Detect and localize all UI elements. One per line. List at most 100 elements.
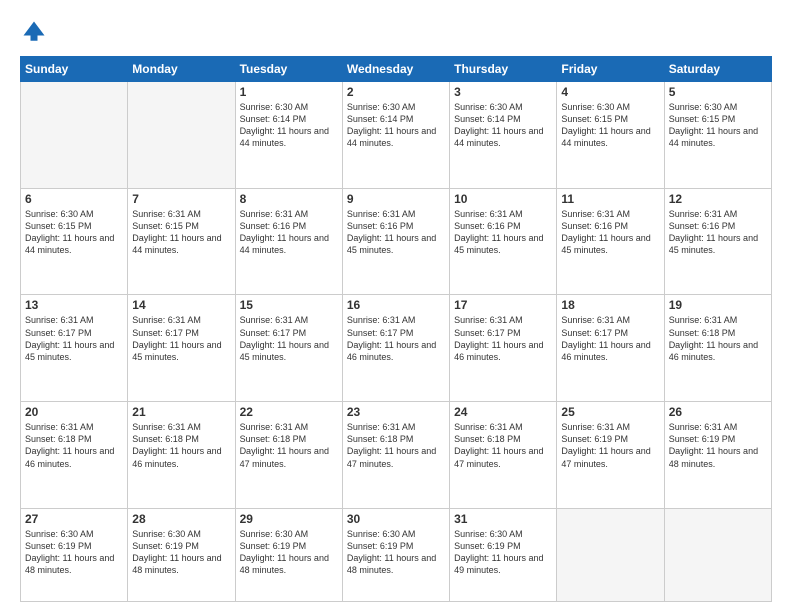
day-info: Sunrise: 6:31 AM Sunset: 6:19 PM Dayligh… xyxy=(561,421,659,470)
day-number: 8 xyxy=(240,192,338,206)
header xyxy=(20,18,772,46)
calendar-cell: 12 Sunrise: 6:31 AM Sunset: 6:16 PM Dayli… xyxy=(664,188,771,295)
day-number: 1 xyxy=(240,85,338,99)
calendar-cell: 17 Sunrise: 6:31 AM Sunset: 6:17 PM Dayli… xyxy=(450,295,557,402)
day-number: 2 xyxy=(347,85,445,99)
calendar-header-wednesday: Wednesday xyxy=(342,57,449,82)
day-number: 5 xyxy=(669,85,767,99)
day-info: Sunrise: 6:30 AM Sunset: 6:19 PM Dayligh… xyxy=(25,528,123,577)
day-info: Sunrise: 6:30 AM Sunset: 6:15 PM Dayligh… xyxy=(561,101,659,150)
day-info: Sunrise: 6:31 AM Sunset: 6:15 PM Dayligh… xyxy=(132,208,230,257)
calendar-cell: 15 Sunrise: 6:31 AM Sunset: 6:17 PM Dayli… xyxy=(235,295,342,402)
day-number: 13 xyxy=(25,298,123,312)
day-number: 7 xyxy=(132,192,230,206)
calendar-header-saturday: Saturday xyxy=(664,57,771,82)
day-info: Sunrise: 6:30 AM Sunset: 6:15 PM Dayligh… xyxy=(669,101,767,150)
day-info: Sunrise: 6:31 AM Sunset: 6:16 PM Dayligh… xyxy=(669,208,767,257)
calendar-header-friday: Friday xyxy=(557,57,664,82)
day-number: 6 xyxy=(25,192,123,206)
calendar-cell xyxy=(128,82,235,189)
calendar-cell: 19 Sunrise: 6:31 AM Sunset: 6:18 PM Dayli… xyxy=(664,295,771,402)
day-info: Sunrise: 6:30 AM Sunset: 6:19 PM Dayligh… xyxy=(454,528,552,577)
day-number: 17 xyxy=(454,298,552,312)
calendar-cell: 25 Sunrise: 6:31 AM Sunset: 6:19 PM Dayli… xyxy=(557,402,664,509)
calendar-cell: 29 Sunrise: 6:30 AM Sunset: 6:19 PM Dayli… xyxy=(235,508,342,601)
calendar-cell: 5 Sunrise: 6:30 AM Sunset: 6:15 PM Daylig… xyxy=(664,82,771,189)
day-number: 23 xyxy=(347,405,445,419)
day-number: 31 xyxy=(454,512,552,526)
day-number: 18 xyxy=(561,298,659,312)
day-info: Sunrise: 6:31 AM Sunset: 6:18 PM Dayligh… xyxy=(132,421,230,470)
calendar-cell: 30Sunrise: 6:30 AM Sunset: 6:19 PM Dayli… xyxy=(342,508,449,601)
calendar-cell: 22Sunrise: 6:31 AM Sunset: 6:18 PM Dayli… xyxy=(235,402,342,509)
calendar-cell: 4 Sunrise: 6:30 AM Sunset: 6:15 PM Daylig… xyxy=(557,82,664,189)
day-info: Sunrise: 6:31 AM Sunset: 6:16 PM Dayligh… xyxy=(561,208,659,257)
day-number: 24 xyxy=(454,405,552,419)
calendar-table: SundayMondayTuesdayWednesdayThursdayFrid… xyxy=(20,56,772,602)
day-info: Sunrise: 6:31 AM Sunset: 6:17 PM Dayligh… xyxy=(25,314,123,363)
calendar-cell: 31 Sunrise: 6:30 AM Sunset: 6:19 PM Dayli… xyxy=(450,508,557,601)
day-info: Sunrise: 6:30 AM Sunset: 6:14 PM Dayligh… xyxy=(347,101,445,150)
calendar-cell: 20 Sunrise: 6:31 AM Sunset: 6:18 PM Dayli… xyxy=(21,402,128,509)
day-info: Sunrise: 6:31 AM Sunset: 6:16 PM Dayligh… xyxy=(347,208,445,257)
calendar-week-row: 6 Sunrise: 6:30 AM Sunset: 6:15 PM Daylig… xyxy=(21,188,772,295)
calendar-cell xyxy=(21,82,128,189)
day-number: 21 xyxy=(132,405,230,419)
calendar-cell: 13 Sunrise: 6:31 AM Sunset: 6:17 PM Dayli… xyxy=(21,295,128,402)
calendar-cell: 11 Sunrise: 6:31 AM Sunset: 6:16 PM Dayli… xyxy=(557,188,664,295)
day-number: 11 xyxy=(561,192,659,206)
calendar-cell: 1Sunrise: 6:30 AM Sunset: 6:14 PM Daylig… xyxy=(235,82,342,189)
calendar-week-row: 1 Sunrise: 6:30 AM Sunset: 6:14 PM Daylig… xyxy=(21,82,772,189)
calendar-cell: 16Sunrise: 6:31 AM Sunset: 6:17 PM Dayli… xyxy=(342,295,449,402)
calendar-header-monday: Monday xyxy=(128,57,235,82)
day-number: 25 xyxy=(561,405,659,419)
calendar-cell: 14 Sunrise: 6:31 AM Sunset: 6:17 PM Dayli… xyxy=(128,295,235,402)
calendar-week-row: 20 Sunrise: 6:31 AM Sunset: 6:18 PM Dayli… xyxy=(21,402,772,509)
calendar-cell xyxy=(557,508,664,601)
calendar-header-sunday: Sunday xyxy=(21,57,128,82)
logo xyxy=(20,18,52,46)
calendar-cell: 26 Sunrise: 6:31 AM Sunset: 6:19 PM Dayli… xyxy=(664,402,771,509)
calendar-cell: 23Sunrise: 6:31 AM Sunset: 6:18 PM Dayli… xyxy=(342,402,449,509)
day-info: Sunrise: 6:31 AM Sunset: 6:18 PM Dayligh… xyxy=(240,421,338,470)
day-info: Sunrise: 6:31 AM Sunset: 6:18 PM Dayligh… xyxy=(25,421,123,470)
day-info: Sunrise: 6:31 AM Sunset: 6:17 PM Dayligh… xyxy=(561,314,659,363)
calendar-cell: 6 Sunrise: 6:30 AM Sunset: 6:15 PM Daylig… xyxy=(21,188,128,295)
day-info: Sunrise: 6:31 AM Sunset: 6:18 PM Dayligh… xyxy=(669,314,767,363)
calendar-cell xyxy=(664,508,771,601)
day-info: Sunrise: 6:30 AM Sunset: 6:19 PM Dayligh… xyxy=(240,528,338,577)
day-number: 15 xyxy=(240,298,338,312)
day-number: 20 xyxy=(25,405,123,419)
day-number: 27 xyxy=(25,512,123,526)
day-info: Sunrise: 6:31 AM Sunset: 6:19 PM Dayligh… xyxy=(669,421,767,470)
day-number: 3 xyxy=(454,85,552,99)
calendar-cell: 2 Sunrise: 6:30 AM Sunset: 6:14 PM Daylig… xyxy=(342,82,449,189)
calendar-cell: 3 Sunrise: 6:30 AM Sunset: 6:14 PM Daylig… xyxy=(450,82,557,189)
day-number: 4 xyxy=(561,85,659,99)
calendar-cell: 18 Sunrise: 6:31 AM Sunset: 6:17 PM Dayli… xyxy=(557,295,664,402)
day-info: Sunrise: 6:31 AM Sunset: 6:17 PM Dayligh… xyxy=(240,314,338,363)
calendar-cell: 21 Sunrise: 6:31 AM Sunset: 6:18 PM Dayli… xyxy=(128,402,235,509)
day-number: 9 xyxy=(347,192,445,206)
day-info: Sunrise: 6:31 AM Sunset: 6:17 PM Dayligh… xyxy=(132,314,230,363)
day-info: Sunrise: 6:30 AM Sunset: 6:14 PM Dayligh… xyxy=(454,101,552,150)
day-number: 12 xyxy=(669,192,767,206)
day-number: 28 xyxy=(132,512,230,526)
day-number: 10 xyxy=(454,192,552,206)
day-info: Sunrise: 6:30 AM Sunset: 6:15 PM Dayligh… xyxy=(25,208,123,257)
day-info: Sunrise: 6:31 AM Sunset: 6:17 PM Dayligh… xyxy=(347,314,445,363)
calendar-cell: 9 Sunrise: 6:31 AM Sunset: 6:16 PM Daylig… xyxy=(342,188,449,295)
day-info: Sunrise: 6:31 AM Sunset: 6:17 PM Dayligh… xyxy=(454,314,552,363)
calendar-header-thursday: Thursday xyxy=(450,57,557,82)
day-number: 19 xyxy=(669,298,767,312)
day-info: Sunrise: 6:30 AM Sunset: 6:19 PM Dayligh… xyxy=(132,528,230,577)
calendar-header-tuesday: Tuesday xyxy=(235,57,342,82)
day-number: 26 xyxy=(669,405,767,419)
day-number: 29 xyxy=(240,512,338,526)
calendar-cell: 10Sunrise: 6:31 AM Sunset: 6:16 PM Dayli… xyxy=(450,188,557,295)
calendar-week-row: 13 Sunrise: 6:31 AM Sunset: 6:17 PM Dayli… xyxy=(21,295,772,402)
logo-icon xyxy=(20,18,48,46)
calendar-header-row: SundayMondayTuesdayWednesdayThursdayFrid… xyxy=(21,57,772,82)
calendar-cell: 27 Sunrise: 6:30 AM Sunset: 6:19 PM Dayli… xyxy=(21,508,128,601)
day-number: 14 xyxy=(132,298,230,312)
